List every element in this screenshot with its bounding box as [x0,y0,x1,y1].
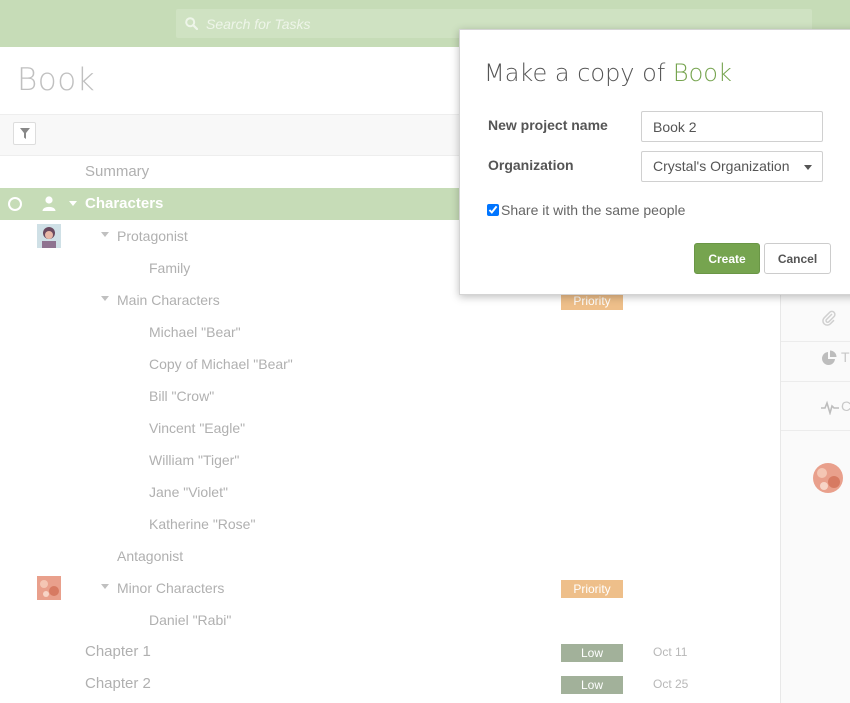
organization-select[interactable]: Crystal's Organization [641,151,823,182]
task-label: Chapter 2 [85,675,151,692]
share-label: Share it with the same people [501,202,686,218]
page-title: Book [17,62,96,98]
task-label: Summary [85,163,150,180]
task-row-minor-characters[interactable]: Minor Characters Priority [0,572,780,604]
task-row[interactable]: William "Tiger" [0,444,780,476]
pie-chart-icon [822,350,837,365]
task-label: Chapter 1 [85,643,151,660]
search-icon [185,17,198,30]
filter-icon [19,128,30,139]
paperclip-icon [822,310,836,326]
collapse-toggle-icon[interactable] [101,296,109,301]
task-row[interactable]: Michael "Bear" [0,316,780,348]
share-checkbox[interactable] [487,204,499,216]
task-row-antagonist[interactable]: Antagonist [0,540,780,572]
project-name-input[interactable] [641,111,823,142]
dialog-title: Make a copy of Book [484,59,732,87]
priority-badge[interactable]: Low [561,676,623,694]
task-label: Vincent "Eagle" [149,420,246,436]
organization-value: Crystal's Organization [653,158,790,174]
due-date[interactable]: Oct 11 [653,645,687,659]
due-date[interactable]: Oct 25 [653,677,688,691]
share-option[interactable]: Share it with the same people [487,202,685,218]
priority-badge[interactable]: Low [561,644,623,662]
avatar[interactable] [813,463,843,493]
side-panel: T C [780,294,850,703]
task-label: Jane "Violet" [149,484,228,500]
filter-button[interactable] [13,122,36,145]
task-label: Family [149,260,191,276]
collapse-toggle-icon[interactable] [101,584,109,589]
cancel-button[interactable]: Cancel [764,243,831,274]
task-label: Bill "Crow" [149,388,215,404]
task-label: Daniel "Rabi" [149,612,232,628]
side-item-label: C [841,398,850,414]
task-label: Copy of Michael "Bear" [149,356,293,372]
create-button[interactable]: Create [694,243,760,274]
side-item-activity[interactable]: C [781,383,850,431]
task-row-chapter-2[interactable]: Chapter 2 Low Oct 25 [0,668,780,700]
task-label: William "Tiger" [149,452,240,468]
chevron-down-icon [804,165,812,170]
user-icon[interactable] [42,196,56,211]
task-label: Katherine "Rose" [149,516,256,532]
activity-icon [821,400,839,415]
collapse-toggle-icon[interactable] [69,201,77,206]
task-row[interactable]: Daniel "Rabi" [0,604,780,636]
task-label: Characters [85,195,164,212]
side-item-label: T [841,349,850,365]
task-label: Minor Characters [117,580,225,596]
task-row[interactable]: Jane "Violet" [0,476,780,508]
task-row[interactable]: Copy of Michael "Bear" [0,348,780,380]
project-name-label: New project name [488,117,608,133]
avatar [37,224,61,248]
task-label: Protagonist [117,228,188,244]
side-item-reports[interactable]: T [781,334,850,382]
task-row[interactable]: Katherine "Rose" [0,508,780,540]
collapse-toggle-icon[interactable] [101,232,109,237]
dialog-title-prefix: Make a copy of [484,59,666,87]
organization-label: Organization [488,157,574,173]
task-row[interactable]: Bill "Crow" [0,380,780,412]
copy-project-dialog: Make a copy of Book New project name Org… [459,29,850,295]
avatar [37,576,61,600]
task-label: Michael "Bear" [149,324,241,340]
task-row[interactable]: Vincent "Eagle" [0,412,780,444]
task-label: Main Characters [117,292,220,308]
task-label: Antagonist [117,548,184,564]
priority-badge[interactable]: Priority [561,580,623,598]
dialog-title-project: Book [672,59,732,87]
complete-checkbox[interactable] [8,197,22,211]
task-row-chapter-1[interactable]: Chapter 1 Low Oct 11 [0,636,780,668]
